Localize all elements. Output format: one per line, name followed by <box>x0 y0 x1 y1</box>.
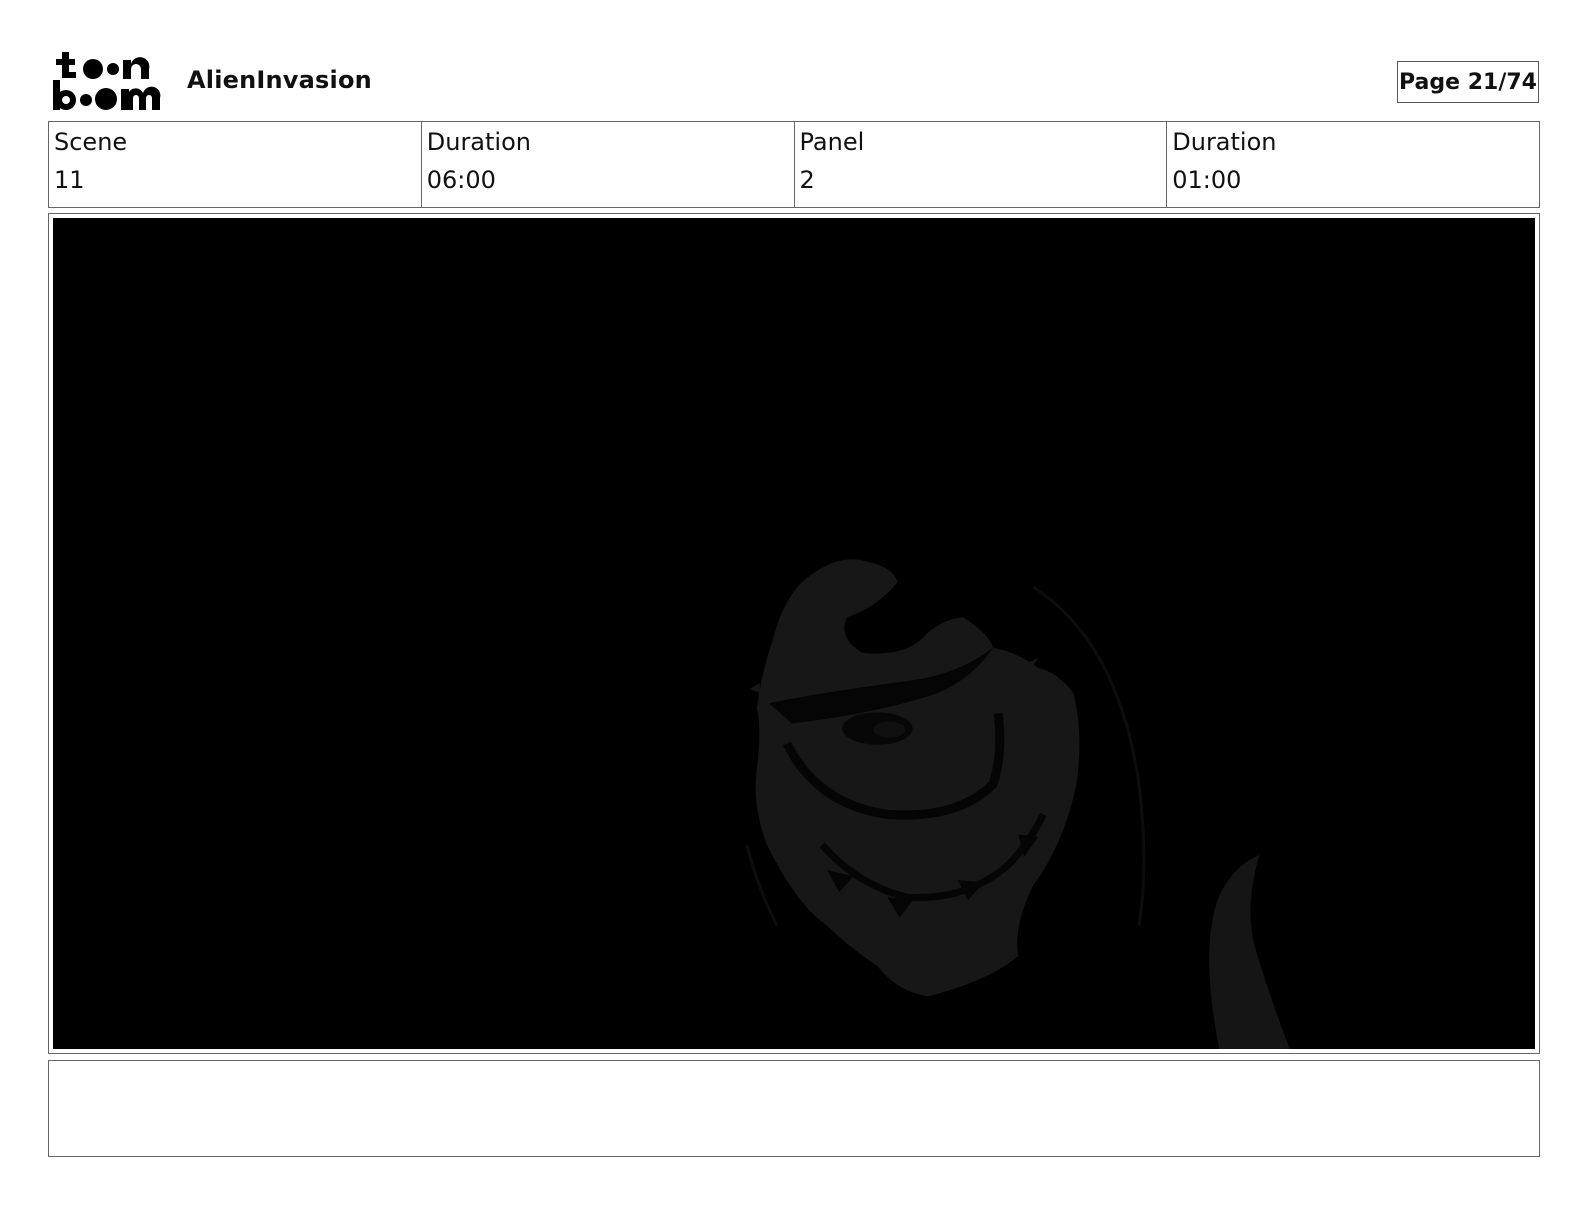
alien-creature-drawing <box>53 218 1535 1049</box>
panel-label: Panel <box>799 128 865 156</box>
scene-duration-cell: Duration 06:00 <box>422 122 795 207</box>
storyboard-panel-frame <box>48 213 1540 1054</box>
scene-info-table: Scene 11 Duration 06:00 Panel 2 Duration… <box>48 121 1540 208</box>
storyboard-panel-image <box>53 218 1535 1049</box>
scene-label: Scene <box>54 128 128 156</box>
panel-cell: Panel 2 <box>795 122 1168 207</box>
project-title: AlienInvasion <box>187 66 372 94</box>
panel-value: 2 <box>799 166 815 194</box>
page-number-badge: Page 21/74 <box>1397 61 1539 103</box>
panel-notes-box <box>48 1060 1540 1157</box>
scene-value: 11 <box>54 166 85 194</box>
panel-duration-cell: Duration 01:00 <box>1167 122 1539 207</box>
scene-cell: Scene 11 <box>49 122 422 207</box>
scene-duration-label: Duration <box>426 128 531 156</box>
panel-duration-value: 01:00 <box>1172 166 1242 194</box>
scene-duration-value: 06:00 <box>426 166 496 194</box>
panel-duration-label: Duration <box>1172 128 1277 156</box>
toon-boom-logo-icon <box>51 50 163 112</box>
